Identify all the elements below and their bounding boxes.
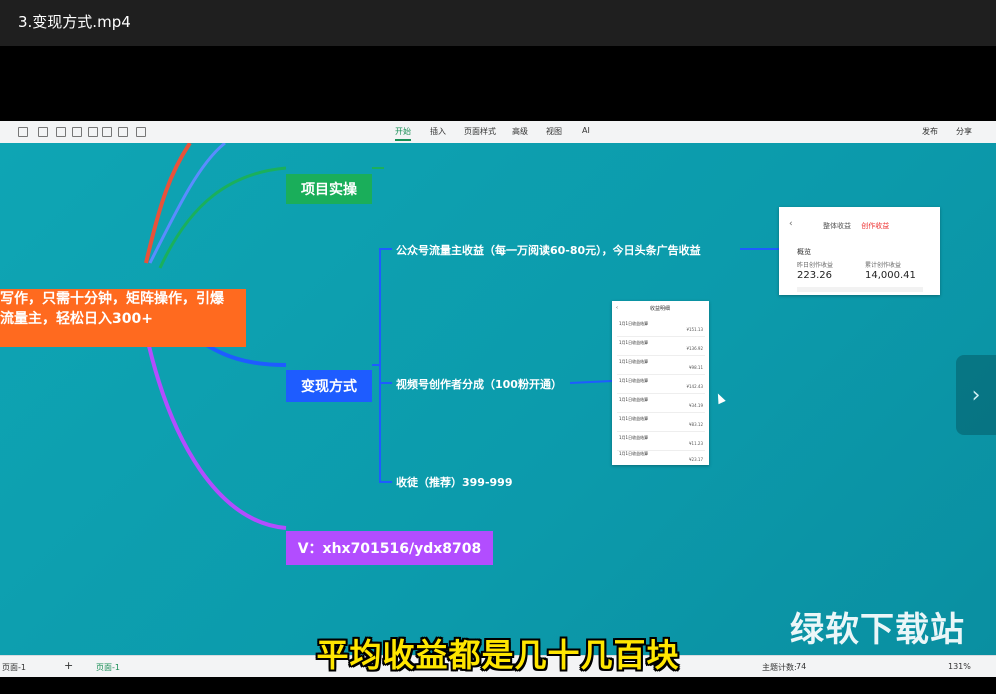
yesterday-value: 223.26 — [797, 270, 832, 281]
topic-contact[interactable]: V：xhx701516/ydx8708 — [286, 531, 493, 565]
branch-gzh — [372, 248, 392, 366]
earnings-list-title: 收益明细 — [650, 306, 671, 312]
copy-icon[interactable] — [72, 127, 82, 137]
topic-project[interactable]: 项目实操 — [286, 174, 372, 204]
link-card2 — [569, 380, 613, 384]
list-item: 1月1日收益结算 ¥136.92 — [617, 338, 705, 356]
total-label: 累计创作收益 — [865, 262, 902, 269]
overview-label: 概览 — [797, 248, 811, 256]
list-item: 1月1日收益结算 ¥34.19 — [617, 395, 705, 413]
mindmap-app: 开始 插入 页面样式 高级 视图 AI 发布 分享 写作，只需十分钟，矩阵操作，… — [0, 121, 996, 677]
video-subtitle: 平均收益都是几十几百块 — [316, 636, 680, 674]
list-item: 1月1日收益结算 ¥98.11 — [617, 357, 705, 375]
tab-start[interactable]: 开始 — [395, 126, 411, 141]
branch-green — [158, 166, 287, 269]
list-item: 1月1日收益结算 ¥23.17 — [619, 451, 703, 462]
next-page-button[interactable]: › — [956, 355, 996, 435]
earnings-tabs: 整体收益 创作收益 — [823, 221, 889, 231]
chevron-right-icon: › — [971, 382, 981, 408]
share-button[interactable]: 分享 — [956, 126, 972, 137]
tab-page-style[interactable]: 页面样式 — [464, 126, 496, 137]
central-topic-line2: 流量主，轻松日入300+ — [0, 311, 153, 327]
back-icon: ‹ — [616, 305, 618, 311]
tab-advanced[interactable]: 高级 — [512, 126, 528, 137]
export-icon[interactable] — [118, 127, 128, 137]
tab-overall-earnings: 整体收益 — [823, 222, 851, 230]
leaf-gzh[interactable]: 公众号流量主收益（每一万阅读60-80元），今日头条广告收益 — [396, 242, 701, 258]
total-value: 14,000.41 — [865, 270, 916, 281]
undo-icon[interactable] — [18, 127, 28, 137]
publish-button[interactable]: 发布 — [922, 126, 938, 137]
list-item: 1月1日收益结算 ¥151.13 — [617, 319, 705, 337]
central-topic-line1: 写作，只需十分钟，矩阵操作，引爆 — [0, 291, 224, 307]
earnings-card-image[interactable]: ‹ 整体收益 创作收益 概览 昨日创作收益 223.26 累计创作收益 14,0… — [779, 207, 940, 295]
print-icon[interactable] — [102, 127, 112, 137]
leaf-sph[interactable]: 视频号创作者分成（100粉开通） — [396, 376, 562, 392]
tab-creator-earnings: 创作收益 — [861, 222, 890, 230]
tab-view[interactable]: 视图 — [546, 126, 562, 137]
earnings-list-image[interactable]: ‹ 收益明细 1月1日收益结算 ¥151.13 1月1日收益结算 ¥136.92 1… — [612, 301, 709, 465]
earnings-list-header: ‹ 收益明细 — [612, 301, 709, 315]
branch-sph — [379, 365, 392, 384]
list-item: 1月1日收益结算 ¥142.43 — [617, 376, 705, 394]
list-item: 1月1日收益结算 ¥83.12 — [617, 414, 705, 432]
branch-red — [144, 143, 192, 264]
top-toolbar: 开始 插入 页面样式 高级 视图 AI 发布 分享 — [0, 121, 996, 144]
tab-insert[interactable]: 插入 — [430, 126, 446, 137]
topic-monetize[interactable]: 变现方式 — [286, 370, 372, 402]
central-topic[interactable]: 写作，只需十分钟，矩阵操作，引爆 流量主，轻松日入300+ — [0, 289, 246, 347]
redo-icon[interactable] — [38, 127, 48, 137]
format-icon[interactable] — [88, 127, 98, 137]
card1-footer — [797, 287, 923, 292]
back-icon: ‹ — [789, 219, 793, 229]
save-icon[interactable] — [56, 127, 66, 137]
tab-ai[interactable]: AI — [582, 126, 590, 135]
window-titlebar: 3.变现方式.mp4 — [0, 0, 996, 46]
leaf-course[interactable]: 收徒（推荐）399-999 — [396, 474, 513, 490]
yesterday-label: 昨日创作收益 — [797, 262, 834, 269]
mindmap-canvas[interactable]: 写作，只需十分钟，矩阵操作，引爆 流量主，轻松日入300+ 项目实操 变现方式 … — [0, 143, 996, 655]
window-title: 3.变现方式.mp4 — [18, 13, 131, 31]
insert-icon[interactable] — [136, 127, 146, 137]
